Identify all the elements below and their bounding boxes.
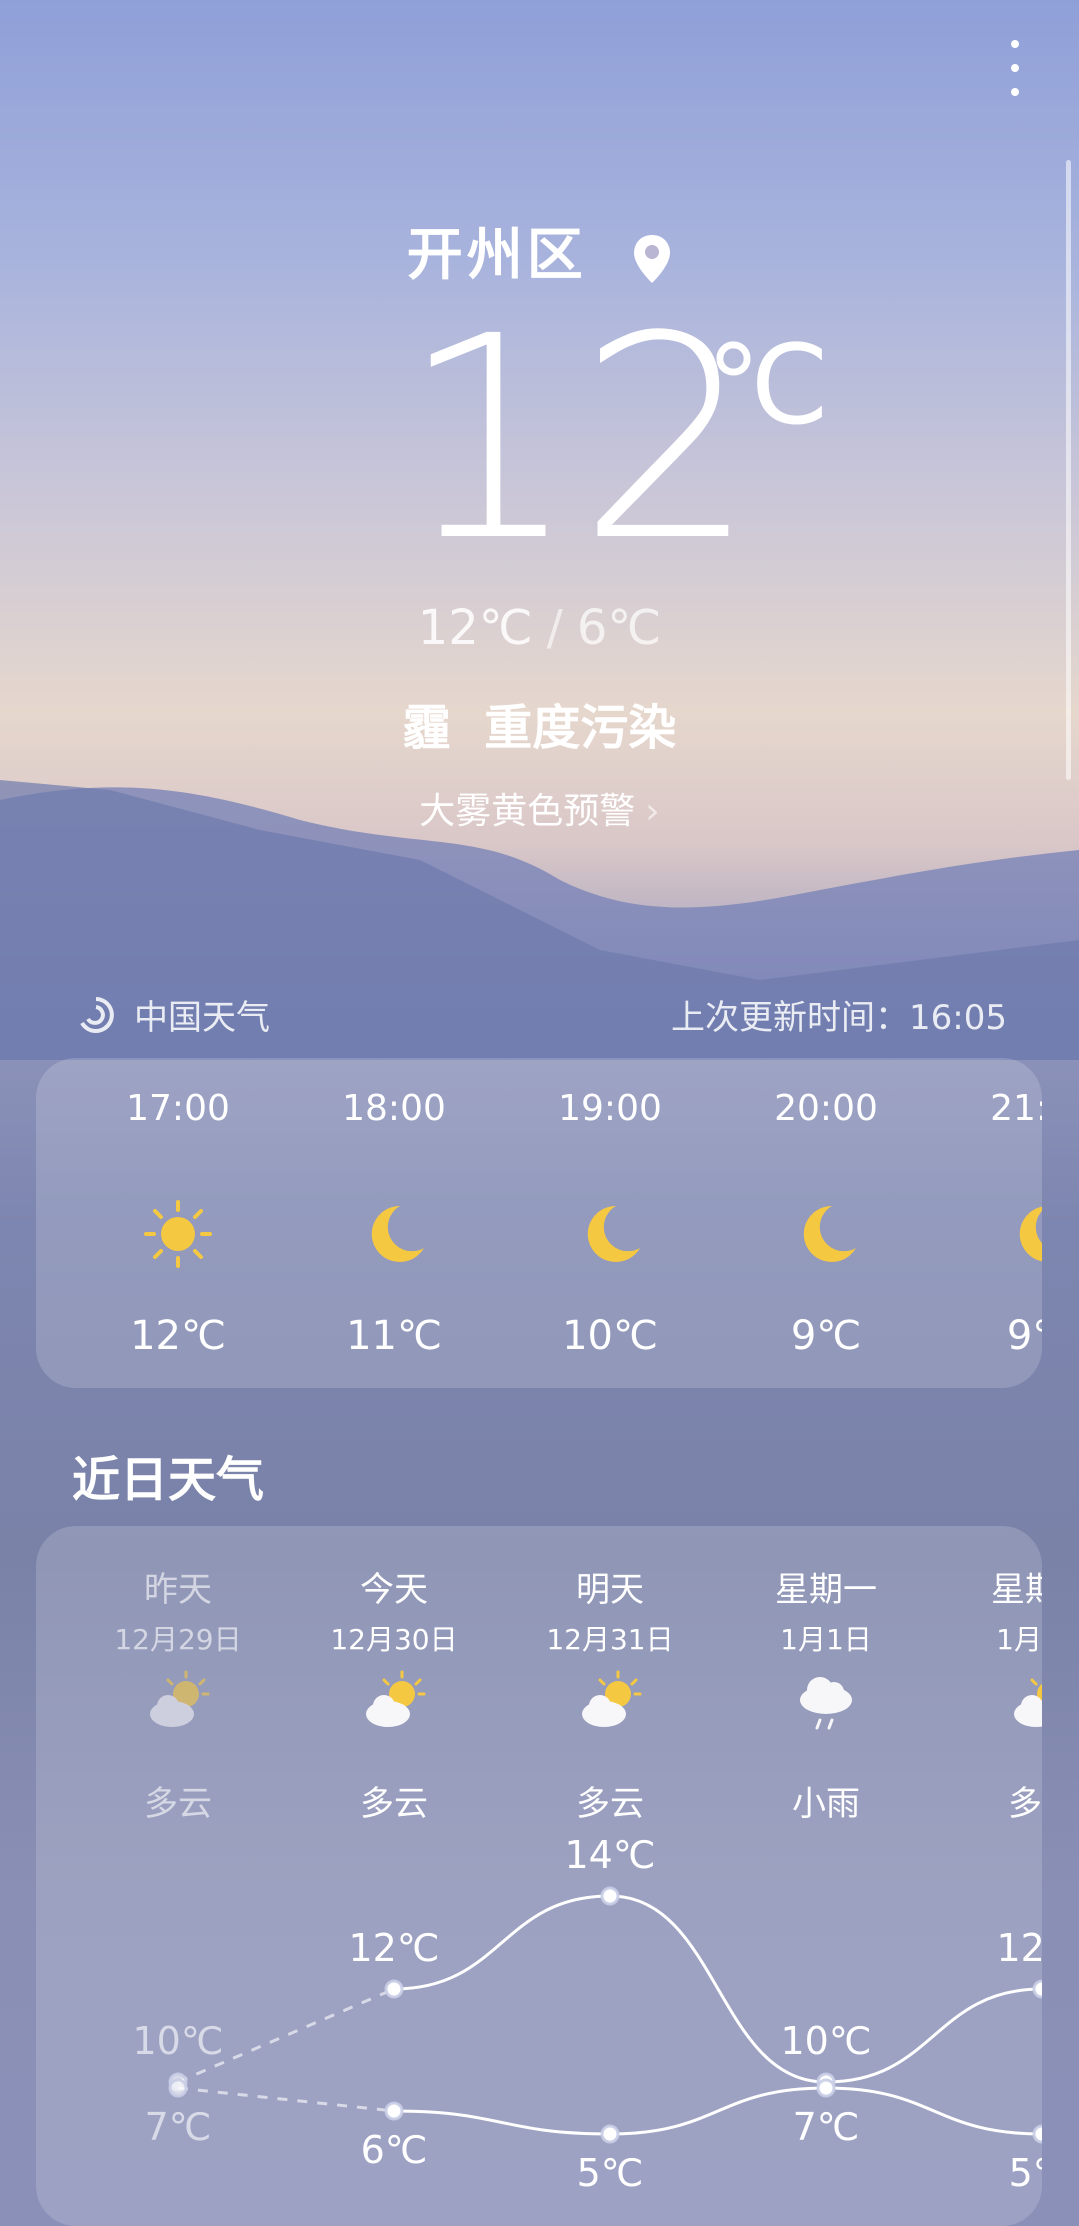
temperature-unit: ℃ [706,321,830,449]
daily-section-title: 近日天气 [72,1452,265,1508]
hour-temp: 10℃ [562,1313,658,1359]
last-update-time: 上次更新时间：16:05 [671,998,1007,1038]
low-temp-label: 7℃ [145,2105,212,2149]
hour-temp: 11℃ [346,1313,442,1359]
high-temp-point [600,1886,620,1906]
high-temp-label: 12℃ [996,1926,1042,1970]
hour-temp: 12℃ [130,1313,226,1359]
hour-time: 18:00 [342,1088,446,1129]
hour-time: 21:00 [990,1088,1042,1129]
low-temp-label: 5℃ [1009,2151,1042,2195]
hour-time: 17:00 [126,1088,230,1129]
low-temp-point [384,2101,404,2121]
chevron-right-icon: › [645,791,660,832]
moon-icon [1019,1206,1042,1262]
temperature-trend-chart: 10℃ 12℃ 14℃ 10℃ 12℃ 7℃ 6℃ 5℃ 7℃ 5℃ [132,1833,1042,2195]
high-temp-point [384,1979,404,1999]
moon-icon [587,1205,640,1262]
separator: / [546,600,563,656]
high-temp-label: 12℃ [348,1926,439,1970]
high-temp-point [1032,1979,1042,1999]
low-temp-point [1032,2124,1042,2144]
sun-icon [144,1200,212,1268]
hour-temp: 9℃ [790,1313,862,1359]
moon-icon [803,1205,856,1262]
alert-text: 大雾黄色预警 [419,791,636,832]
high-low-temperature: 12℃/6℃ [0,600,1079,656]
hour-time: 19:00 [558,1088,662,1129]
weather-source: 中国天气 [76,990,270,1039]
hour-time: 20:00 [774,1088,878,1129]
current-temperature: 12 [400,277,757,603]
daily-forecast-card[interactable]: 昨天 12月29日 多云 今天 12月30日 多云 明天 12月31日 多云 星… [36,1526,1042,2226]
low-temp-point [600,2124,620,2144]
low-temp: 6℃ [576,600,662,656]
low-temp-point [168,2078,188,2098]
hourly-forecast-card[interactable]: 17:00 12℃ 18:00 11℃ 19:00 10℃ 20:00 9℃ 2… [36,1058,1042,1388]
weather-alert-link[interactable]: 大雾黄色预警 › [0,782,1079,834]
high-temp-label: 10℃ [780,2019,871,2063]
source-name: 中国天气 [134,998,270,1038]
hour-temp: 9℃ [1006,1313,1042,1359]
weather-source-logo-icon [80,996,114,1033]
condition-text: 霾 重度污染 [402,700,677,756]
low-temp-line [393,2086,1042,2136]
more-options-icon[interactable] [1003,40,1027,110]
high-temp: 12℃ [417,600,533,656]
high-temp-line [393,1894,1042,2084]
high-temp-label: 14℃ [564,1833,655,1877]
low-temp-label: 6℃ [361,2128,428,2172]
moon-icon [371,1205,424,1262]
low-temp-point [816,2078,836,2098]
low-temp-label: 7℃ [793,2105,860,2149]
low-temp-label: 5℃ [577,2151,644,2195]
high-temp-label: 10℃ [132,2019,223,2063]
